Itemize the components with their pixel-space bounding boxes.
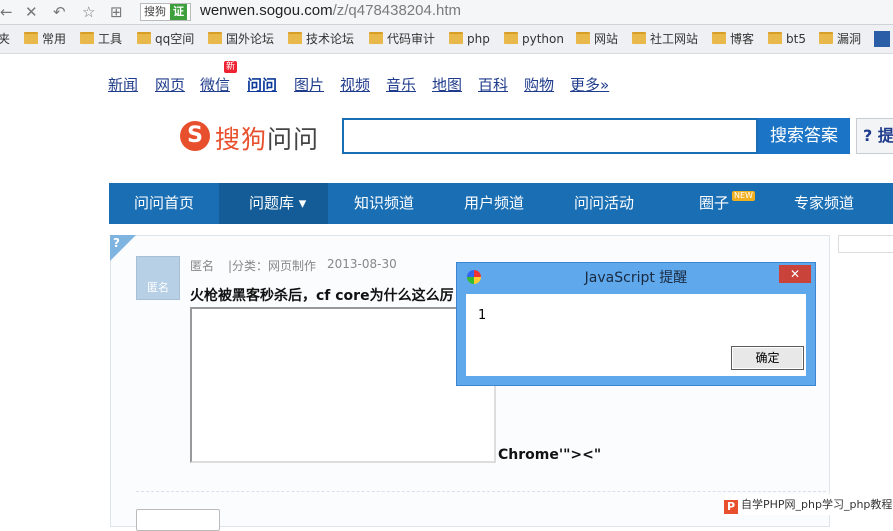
menu-question-library[interactable]: 问题库 ▾ xyxy=(219,183,328,224)
javascript-alert-dialog: JavaScript 提醒 ✕ 1 确定 xyxy=(456,262,816,386)
search-input[interactable] xyxy=(342,118,758,154)
bookmark-item[interactable]: bt5 xyxy=(768,31,806,47)
sidebar-box xyxy=(838,235,893,253)
bookmark-item[interactable]: 常用 xyxy=(24,31,66,47)
new-badge: NEW xyxy=(732,191,755,201)
sogou-secure-badge[interactable]: 搜狗证 xyxy=(140,3,191,21)
avatar[interactable]: 匿名 xyxy=(136,256,180,300)
folder-icon xyxy=(768,32,782,44)
folder-icon xyxy=(80,32,94,44)
bookmark-item[interactable]: 漏洞 xyxy=(819,31,861,47)
embedded-frame xyxy=(190,307,496,463)
folder-icon xyxy=(712,32,726,44)
stop-icon[interactable]: ✕ xyxy=(25,3,38,21)
folder-icon xyxy=(24,32,38,44)
url-field[interactable]: wenwen.sogou.com/z/q478438204.htm xyxy=(200,2,461,20)
nav-music[interactable]: 音乐 xyxy=(386,74,416,95)
back-icon[interactable]: ← xyxy=(0,3,13,21)
nav-baike[interactable]: 百科 xyxy=(478,74,508,95)
ok-button[interactable]: 确定 xyxy=(731,346,804,370)
address-bar: ← ✕ ↶ ☆ ⊞ 搜狗证 wenwen.sogou.com/z/q478438… xyxy=(0,0,893,25)
menu-experts[interactable]: 专家频道 xyxy=(794,183,854,224)
folder-icon xyxy=(288,32,302,44)
bookmark-item[interactable]: php xyxy=(449,31,490,47)
close-button[interactable]: ✕ xyxy=(779,265,811,283)
answer-button[interactable] xyxy=(136,509,220,531)
menu-activities[interactable]: 问问活动 xyxy=(574,183,634,224)
question-mark-icon: ? xyxy=(113,236,120,250)
sogou-badge-label: 搜狗 xyxy=(144,5,166,18)
nav-images[interactable]: 图片 xyxy=(294,74,324,95)
nav-news[interactable]: 新闻 xyxy=(108,74,138,95)
menu-circles[interactable]: 圈子 xyxy=(699,183,729,224)
divider xyxy=(136,491,826,492)
sogou-logo-icon[interactable]: S xyxy=(180,121,210,151)
folder-icon xyxy=(632,32,646,44)
url-path: /z/q478438204.htm xyxy=(332,2,462,19)
bookmark-item[interactable]: 国外论坛 xyxy=(208,31,274,47)
bookmark-item[interactable]: 技术论坛 xyxy=(288,31,354,47)
bookmark-item[interactable]: 社工网站 xyxy=(632,31,698,47)
logo-product: 问问 xyxy=(267,125,320,154)
menu-knowledge[interactable]: 知识频道 xyxy=(354,183,414,224)
question-trailing-text: Chrome'"><" xyxy=(498,447,602,463)
watermark: P 自学PHP网_php学习_php教程 xyxy=(724,494,893,515)
menu-home[interactable]: 问问首页 xyxy=(134,183,194,224)
watermark-text: 自学PHP网_php学习_php教程 xyxy=(741,498,893,511)
question-title: 火枪被黑客秒杀后，cf core为什么这么厉 xyxy=(190,288,454,304)
bookmark-item[interactable]: 代码审计 xyxy=(369,31,435,47)
bookmark-item[interactable]: 网站 xyxy=(576,31,618,47)
folder-icon xyxy=(369,32,383,44)
folder-icon xyxy=(504,32,518,44)
logo-brand: 搜狗 xyxy=(215,125,268,154)
bookmarks-bar: 夹 常用 工具 qq空间 国外论坛 技术论坛 代码审计 php python 网… xyxy=(0,25,893,54)
question-date: 2013-08-30 xyxy=(327,257,397,271)
php-logo-icon: P xyxy=(724,500,738,514)
verified-badge: 证 xyxy=(170,4,187,20)
favorite-star-icon[interactable]: ☆ xyxy=(82,3,95,21)
folder-icon xyxy=(137,32,151,44)
extension-icon[interactable] xyxy=(874,31,890,47)
nav-shopping[interactable]: 购物 xyxy=(524,74,554,95)
grid-icon[interactable]: ⊞ xyxy=(110,3,123,21)
new-badge: 新 xyxy=(224,61,238,73)
dialog-message: 1 xyxy=(478,308,487,323)
menu-users[interactable]: 用户频道 xyxy=(464,183,524,224)
folder-icon xyxy=(208,32,222,44)
bookmark-item[interactable]: 博客 xyxy=(712,31,754,47)
ask-question-button[interactable]: ? 提 xyxy=(856,118,893,154)
nav-more[interactable]: 更多» xyxy=(570,74,609,95)
question-author[interactable]: 匿名 xyxy=(190,257,214,274)
folder-icon xyxy=(449,32,463,44)
bookmark-item[interactable]: 夹 xyxy=(0,31,10,47)
folder-icon xyxy=(819,32,833,44)
main-menu-bar: 问问首页 问题库 ▾ 知识频道 用户频道 问问活动 圈子 NEW 专家频道 xyxy=(109,183,893,224)
nav-web[interactable]: 网页 xyxy=(155,74,185,95)
url-host: wenwen.sogou.com xyxy=(200,2,333,19)
nav-map[interactable]: 地图 xyxy=(432,74,462,95)
dialog-body: 1 确定 xyxy=(466,294,806,376)
logo-text[interactable]: 搜狗问问 xyxy=(215,120,319,156)
bookmark-item[interactable]: 工具 xyxy=(80,31,122,47)
search-answers-button[interactable]: 搜索答案 xyxy=(758,118,850,154)
nav-video[interactable]: 视频 xyxy=(340,74,370,95)
nav-wenwen[interactable]: 问问 xyxy=(247,74,277,95)
undo-icon[interactable]: ↶ xyxy=(53,3,66,21)
nav-weixin[interactable]: 微信 xyxy=(200,74,230,95)
dialog-title: JavaScript 提醒 xyxy=(584,270,688,286)
folder-icon xyxy=(576,32,590,44)
question-category[interactable]: |分类：网页制作 xyxy=(228,257,316,274)
bookmark-item[interactable]: python xyxy=(504,31,564,47)
bookmark-item[interactable]: qq空间 xyxy=(137,31,194,47)
